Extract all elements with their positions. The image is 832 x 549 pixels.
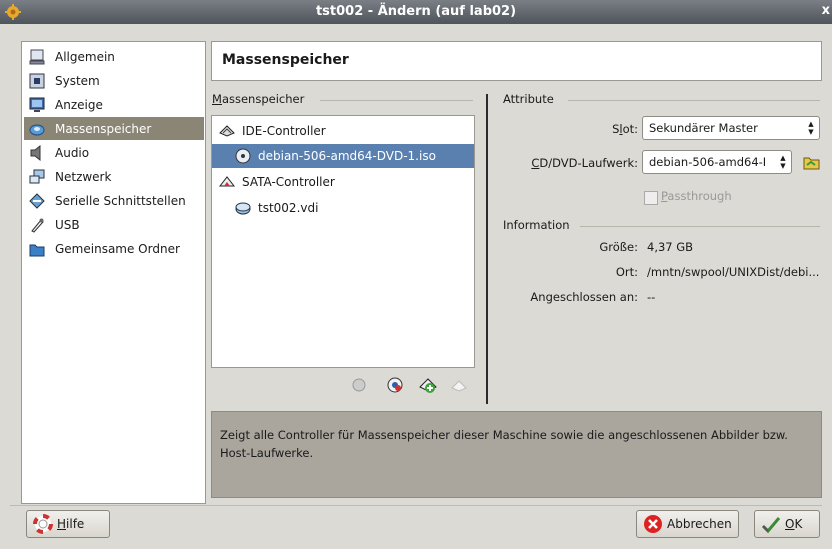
add-controller-green-icon[interactable]: [419, 376, 437, 397]
hard-disk-icon: [234, 199, 252, 217]
audio-icon: [28, 144, 46, 162]
add-controller-icon[interactable]: [351, 377, 367, 396]
cd-dvd-drive-value: debian-506-amd64-I: [649, 155, 767, 169]
cd-dvd-drive-select[interactable]: debian-506-amd64-I ▲ ▼: [642, 150, 792, 174]
information-group-label: Information: [503, 218, 574, 232]
sidebar-item-label: Serielle Schnittstellen: [55, 193, 186, 208]
group-divider: [580, 226, 820, 227]
vertical-separator: [486, 94, 488, 404]
sidebar-item-storage[interactable]: Massenspeicher: [24, 117, 204, 140]
passthrough-checkbox[interactable]: [644, 191, 658, 205]
display-icon: [28, 96, 46, 114]
location-value: /mntn/swpool/UNIXDist/debi...: [647, 265, 820, 279]
network-icon: [28, 168, 46, 186]
page-title: Massenspeicher: [222, 52, 349, 68]
description-text: Zeigt alle Controller für Massenspeicher…: [220, 428, 788, 460]
sidebar-item-usb[interactable]: USB: [24, 213, 204, 236]
storage-icon: [28, 120, 46, 138]
spinner-arrows-icon: ▲ ▼: [808, 120, 814, 136]
spinner-arrows-icon: ▲ ▼: [780, 154, 786, 170]
group-divider: [568, 100, 820, 101]
choose-image-icon[interactable]: [803, 154, 821, 173]
tree-item-label: debian-506-amd64-DVD-1.iso: [258, 149, 436, 163]
storage-tree[interactable]: IDE-Controller debian-506-amd64-DVD-1.is…: [211, 115, 475, 368]
slot-select-value: Sekundärer Master: [649, 121, 758, 135]
sidebar-item-serial-ports[interactable]: Serielle Schnittstellen: [24, 189, 204, 212]
lifebuoy-icon: [33, 514, 53, 534]
settings-sidebar: Allgemein System Anzeige Massenspeicher …: [21, 41, 206, 504]
cancel-button-label: Abbrechen: [667, 517, 732, 531]
serial-icon: [28, 192, 46, 210]
attribute-group-label: Attribute: [503, 92, 558, 106]
sata-controller-icon: [218, 173, 236, 191]
usb-icon: [28, 216, 46, 234]
ok-button-label: OK: [785, 517, 803, 531]
sidebar-item-label: USB: [55, 217, 80, 232]
tree-item-label: SATA-Controller: [242, 175, 335, 189]
attached-to-label: Angeschlossen an:: [530, 290, 638, 304]
page-header: Massenspeicher: [211, 41, 822, 81]
group-divider: [320, 100, 473, 101]
passthrough-label: Passthrough: [661, 189, 732, 203]
ok-check-icon: [761, 514, 781, 534]
tree-item-dvd-image[interactable]: debian-506-amd64-DVD-1.iso: [212, 144, 474, 168]
shared-folder-icon: [28, 240, 46, 258]
sidebar-item-label: System: [55, 73, 100, 88]
storage-group-label: Massenspeicher: [212, 92, 309, 106]
attached-to-value: --: [647, 290, 656, 304]
tree-item-hard-disk[interactable]: tst002.vdi: [212, 196, 474, 220]
remove-controller-icon[interactable]: [451, 377, 467, 396]
sidebar-item-label: Netzwerk: [55, 169, 112, 184]
title-bar: tst002 - Ändern (auf lab02) x: [0, 0, 832, 24]
size-label: Größe:: [599, 240, 638, 254]
system-icon: [28, 72, 46, 90]
sidebar-item-label: Massenspeicher: [55, 121, 152, 136]
help-button[interactable]: Hilfe: [26, 510, 110, 538]
sidebar-item-shared-folders[interactable]: Gemeinsame Ordner: [24, 237, 204, 260]
help-button-label: Hilfe: [57, 517, 85, 531]
cancel-button[interactable]: Abbrechen: [636, 510, 739, 538]
sidebar-item-label: Anzeige: [55, 97, 103, 112]
slot-select[interactable]: Sekundärer Master ▲ ▼: [642, 116, 820, 140]
tree-item-label: IDE-Controller: [242, 124, 326, 138]
add-attachment-icon[interactable]: [387, 377, 403, 396]
sidebar-item-label: Allgemein: [55, 49, 115, 64]
description-panel: Zeigt alle Controller für Massenspeicher…: [211, 411, 822, 498]
window-close-button[interactable]: x: [822, 3, 830, 18]
tree-item-sata-controller[interactable]: SATA-Controller: [212, 170, 480, 194]
sidebar-item-network[interactable]: Netzwerk: [24, 165, 204, 188]
sidebar-item-system[interactable]: System: [24, 69, 204, 92]
tree-item-label: tst002.vdi: [258, 201, 319, 215]
tree-item-ide-controller[interactable]: IDE-Controller: [212, 119, 480, 143]
cd-dvd-drive-label: CD/DVD-Laufwerk:: [531, 156, 638, 170]
ok-button[interactable]: OK: [754, 510, 820, 538]
footer-divider: [10, 505, 822, 506]
sidebar-item-label: Gemeinsame Ordner: [55, 241, 180, 256]
slot-label: Slot:: [612, 122, 638, 136]
cd-dvd-icon: [234, 147, 252, 165]
window-title: tst002 - Ändern (auf lab02): [315, 4, 517, 19]
location-label: Ort:: [615, 265, 638, 279]
sidebar-item-label: Audio: [55, 145, 90, 160]
size-value: 4,37 GB: [647, 240, 694, 254]
sidebar-item-display[interactable]: Anzeige: [24, 93, 204, 116]
ide-controller-icon: [218, 122, 236, 140]
sidebar-item-general[interactable]: Allgemein: [24, 45, 204, 68]
general-icon: [28, 48, 46, 66]
sidebar-item-audio[interactable]: Audio: [24, 141, 204, 164]
cancel-icon: [643, 514, 663, 534]
